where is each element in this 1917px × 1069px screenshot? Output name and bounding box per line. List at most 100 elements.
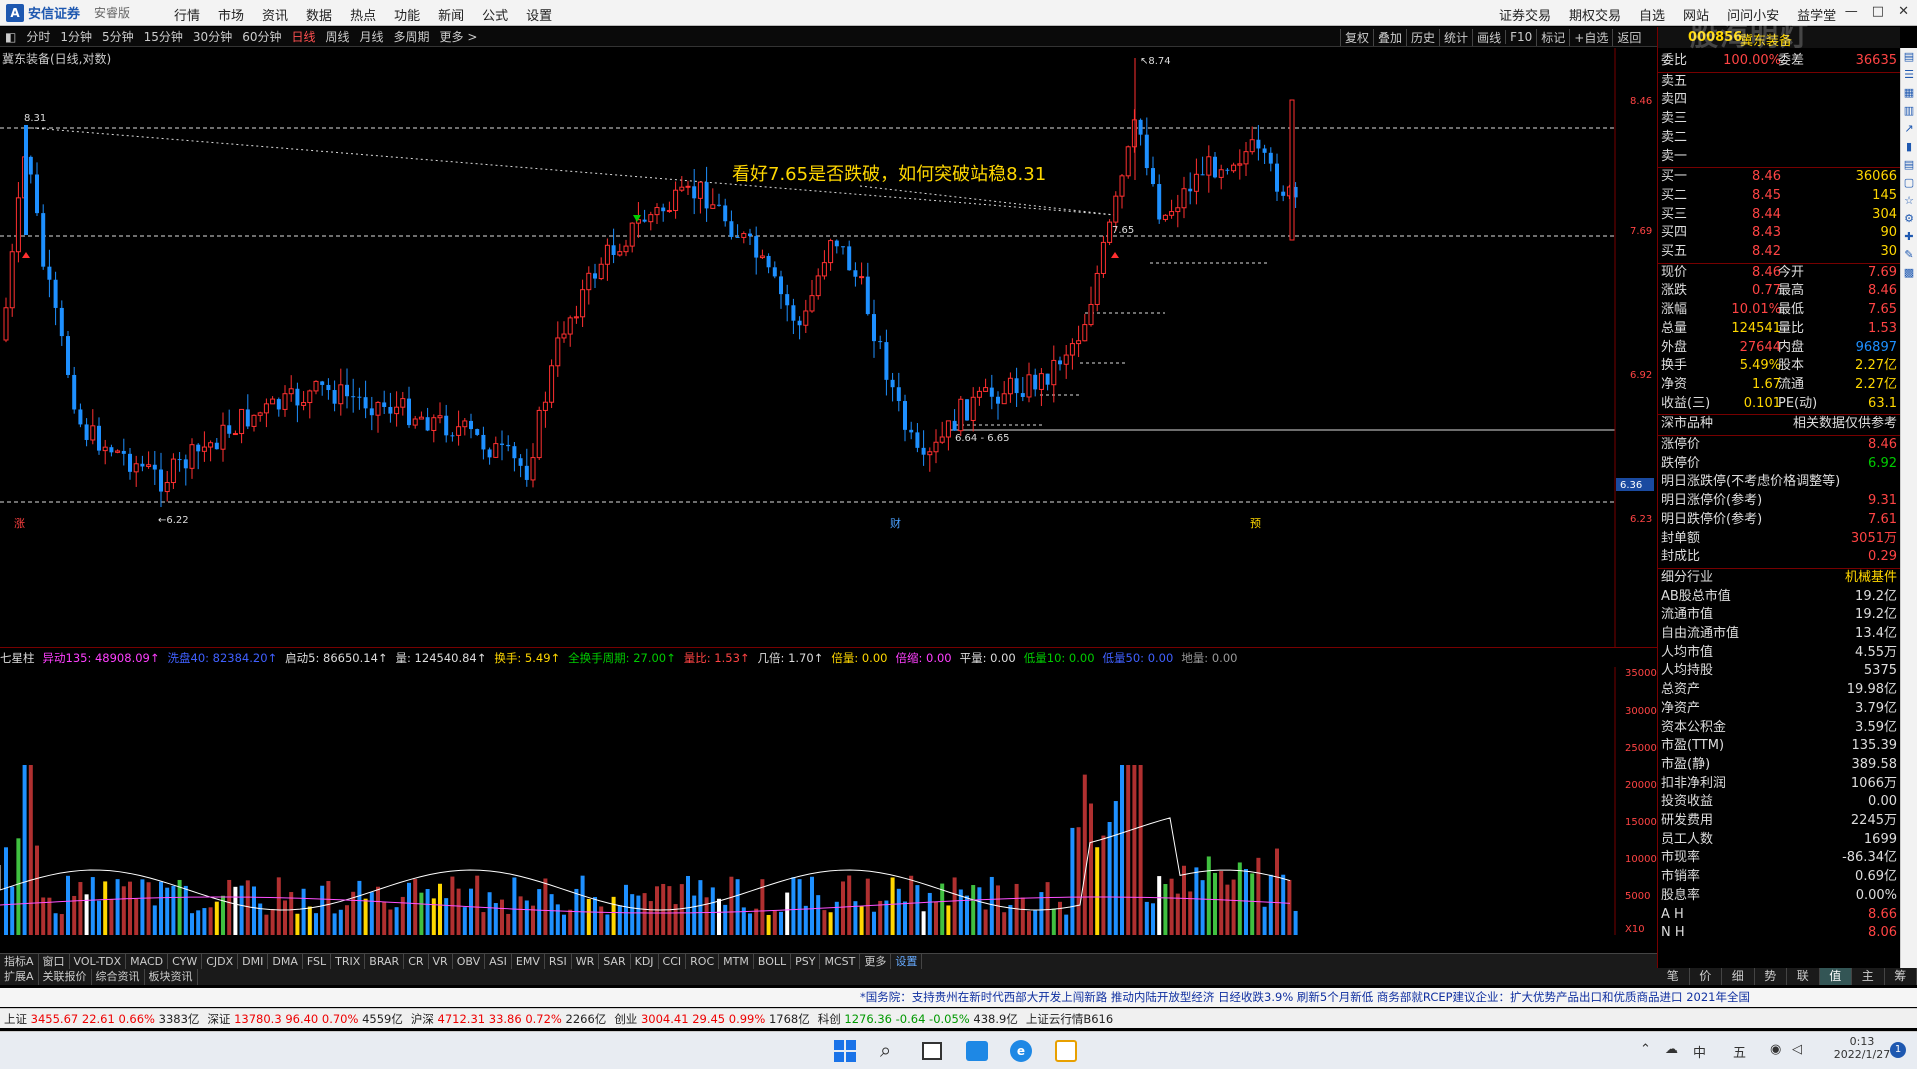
menu-item-3[interactable]: 数据 [297, 5, 341, 24]
indicator-tab-16[interactable]: RSI [545, 954, 572, 969]
kline-icon[interactable]: ▮ [1901, 138, 1917, 156]
indicator-tab-9[interactable]: TRIX [331, 954, 366, 969]
indicator-tab-0[interactable]: 指标A [0, 954, 39, 969]
widgets-icon[interactable] [966, 1041, 988, 1061]
cloud-quote[interactable]: 上证云行情B616 [1026, 1011, 1113, 1027]
indicator-tab-12[interactable]: VR [429, 954, 453, 969]
period-tab-1[interactable]: 1分钟 [55, 28, 97, 45]
index-item-0[interactable]: 上证 3455.67 22.61 0.66% 3383亿 [4, 1011, 199, 1027]
indicator-tab-27[interactable]: 设置 [891, 954, 923, 969]
windows-start-icon[interactable] [834, 1040, 856, 1062]
indicator-tab-8[interactable]: FSL [303, 954, 332, 969]
indicator-tab-22[interactable]: MTM [719, 954, 754, 969]
notification-icon[interactable]: 1 [1890, 1042, 1906, 1058]
indicator-tab-5[interactable]: CJDX [202, 954, 239, 969]
indicator-tab-10[interactable]: BRAR [365, 954, 405, 969]
tool-button-0[interactable]: 复权 [1340, 28, 1373, 46]
detail-tab-1[interactable]: 价 [1690, 968, 1722, 985]
extension-tab-1[interactable]: 关联报价 [39, 969, 92, 985]
close-button[interactable]: ✕ [1898, 4, 1909, 19]
app-taskbar-icon[interactable] [1055, 1040, 1077, 1062]
plus-icon[interactable]: ✚ [1901, 228, 1917, 246]
ime-mode[interactable]: 五 [1733, 1042, 1746, 1061]
menu-item-7[interactable]: 公式 [473, 5, 517, 24]
indicator-tab-13[interactable]: OBV [453, 954, 486, 969]
indicator-tab-14[interactable]: ASI [485, 954, 512, 969]
menu-item-5[interactable]: 功能 [385, 5, 429, 24]
detail-tab-3[interactable]: 势 [1755, 968, 1787, 985]
indicator-tab-24[interactable]: PSY [791, 954, 821, 969]
tool-button-2[interactable]: 历史 [1406, 28, 1439, 46]
indicator-tab-1[interactable]: 窗口 [39, 954, 70, 969]
extension-tab-2[interactable]: 综合资讯 [92, 969, 145, 985]
ime-indicator[interactable]: 中 [1693, 1042, 1706, 1061]
doc-icon[interactable]: ▢ [1901, 174, 1917, 192]
menu-item-6[interactable]: 新闻 [429, 5, 473, 24]
indicator-tab-25[interactable]: MCST [820, 954, 861, 969]
tool-button-7[interactable]: +自选 [1569, 28, 1612, 46]
detail-tab-4[interactable]: 联 [1787, 968, 1820, 985]
index-item-4[interactable]: 科创 1276.36 -0.64 -0.05% 438.9亿 [818, 1011, 1018, 1027]
menu-item-0[interactable]: 行情 [165, 5, 209, 24]
indicator-tab-15[interactable]: EMV [512, 954, 545, 969]
trend-icon[interactable]: ↗ [1901, 120, 1917, 138]
index-item-3[interactable]: 创业 3004.41 29.45 0.99% 1768亿 [614, 1011, 809, 1027]
menu-item-2[interactable]: 资讯 [253, 5, 297, 24]
tool-button-6[interactable]: 标记 [1536, 28, 1569, 46]
period-tab-6[interactable]: 日线 [286, 28, 320, 45]
period-tab-8[interactable]: 月线 [355, 28, 389, 45]
indicator-tab-23[interactable]: BOLL [754, 954, 792, 969]
indicator-tab-3[interactable]: MACD [126, 954, 169, 969]
indicator-tab-17[interactable]: WR [572, 954, 600, 969]
layout-icon[interactable]: ◧ [0, 30, 21, 44]
star-icon[interactable]: ☆ [1901, 192, 1917, 210]
menu-item-4[interactable]: 热点 [341, 5, 385, 24]
period-tab-2[interactable]: 5分钟 [97, 28, 139, 45]
volume-chart[interactable]: 3500030000250002000015000100005000X10202… [0, 667, 1657, 935]
tool-button-3[interactable]: 统计 [1439, 28, 1472, 46]
indicator-tab-19[interactable]: KDJ [631, 954, 659, 969]
menu-right-item-4[interactable]: 问问小安 [1718, 5, 1788, 24]
menu-right-item-5[interactable]: 益学堂 [1788, 5, 1845, 24]
menu-right-item-1[interactable]: 期权交易 [1560, 5, 1630, 24]
indicator-tab-11[interactable]: CR [404, 954, 429, 969]
period-tab-4[interactable]: 30分钟 [188, 28, 237, 45]
period-tab-9[interactable]: 多周期 [389, 28, 435, 45]
taskview-icon[interactable] [922, 1042, 942, 1060]
bar-icon[interactable]: ▥ [1901, 102, 1917, 120]
detail-tab-5[interactable]: 值 [1819, 968, 1852, 985]
indicator-tab-4[interactable]: CYW [168, 954, 203, 969]
menu-right-item-0[interactable]: 证券交易 [1490, 5, 1560, 24]
indicator-tab-6[interactable]: DMI [238, 954, 269, 969]
detail-tab-0[interactable]: 笔 [1657, 968, 1690, 985]
clock[interactable]: 0:13 2022/1/27 [1832, 1035, 1892, 1061]
extension-tab-3[interactable]: 板块资讯 [145, 969, 198, 985]
kline-chart[interactable]: 看好7.65是否跌破，如何突破站稳8.31 8.31 ↖8.74 7.65 ←6.22 6… [0, 48, 1657, 648]
news-ticker[interactable]: *国务院：支持贵州在新时代西部大开发上闯新路 推动内陆开放型经济 日经收跌3.9… [0, 988, 1917, 1007]
volume-icon[interactable]: ◁ [1792, 1042, 1802, 1057]
indicator-tab-2[interactable]: VOL-TDX [70, 954, 127, 969]
tool-button-4[interactable]: 画线 [1472, 28, 1505, 46]
minimize-button[interactable]: — [1845, 4, 1858, 19]
indicator-tab-18[interactable]: SAR [599, 954, 631, 969]
detail-tab-7[interactable]: 筹 [1885, 968, 1917, 985]
extension-tab-0[interactable]: 扩展A [0, 969, 39, 985]
period-tab-10[interactable]: 更多 > [435, 28, 483, 45]
settings-icon[interactable]: ⚙ [1901, 210, 1917, 228]
period-tab-3[interactable]: 15分钟 [139, 28, 188, 45]
menu-right-item-2[interactable]: 自选 [1630, 5, 1674, 24]
index-item-1[interactable]: 深证 13780.3 96.40 0.70% 4559亿 [207, 1011, 402, 1027]
period-tab-0[interactable]: 分时 [21, 28, 55, 45]
indicator-tab-20[interactable]: CCI [659, 954, 687, 969]
search-icon[interactable]: ⌕ [880, 1038, 891, 1062]
tool-button-8[interactable]: 返回 [1612, 28, 1645, 46]
detail-tab-2[interactable]: 细 [1722, 968, 1755, 985]
indicator-tab-26[interactable]: 更多 [860, 954, 892, 969]
browser-icon[interactable]: e [1010, 1040, 1032, 1062]
detail-tab-6[interactable]: 主 [1852, 968, 1885, 985]
table-icon[interactable]: ▤ [1901, 156, 1917, 174]
network-icon[interactable]: ☁ [1665, 1042, 1678, 1057]
grid-icon[interactable]: ▦ [1901, 84, 1917, 102]
menu-right-item-3[interactable]: 网站 [1674, 5, 1718, 24]
calc-icon[interactable]: ▩ [1901, 264, 1917, 282]
